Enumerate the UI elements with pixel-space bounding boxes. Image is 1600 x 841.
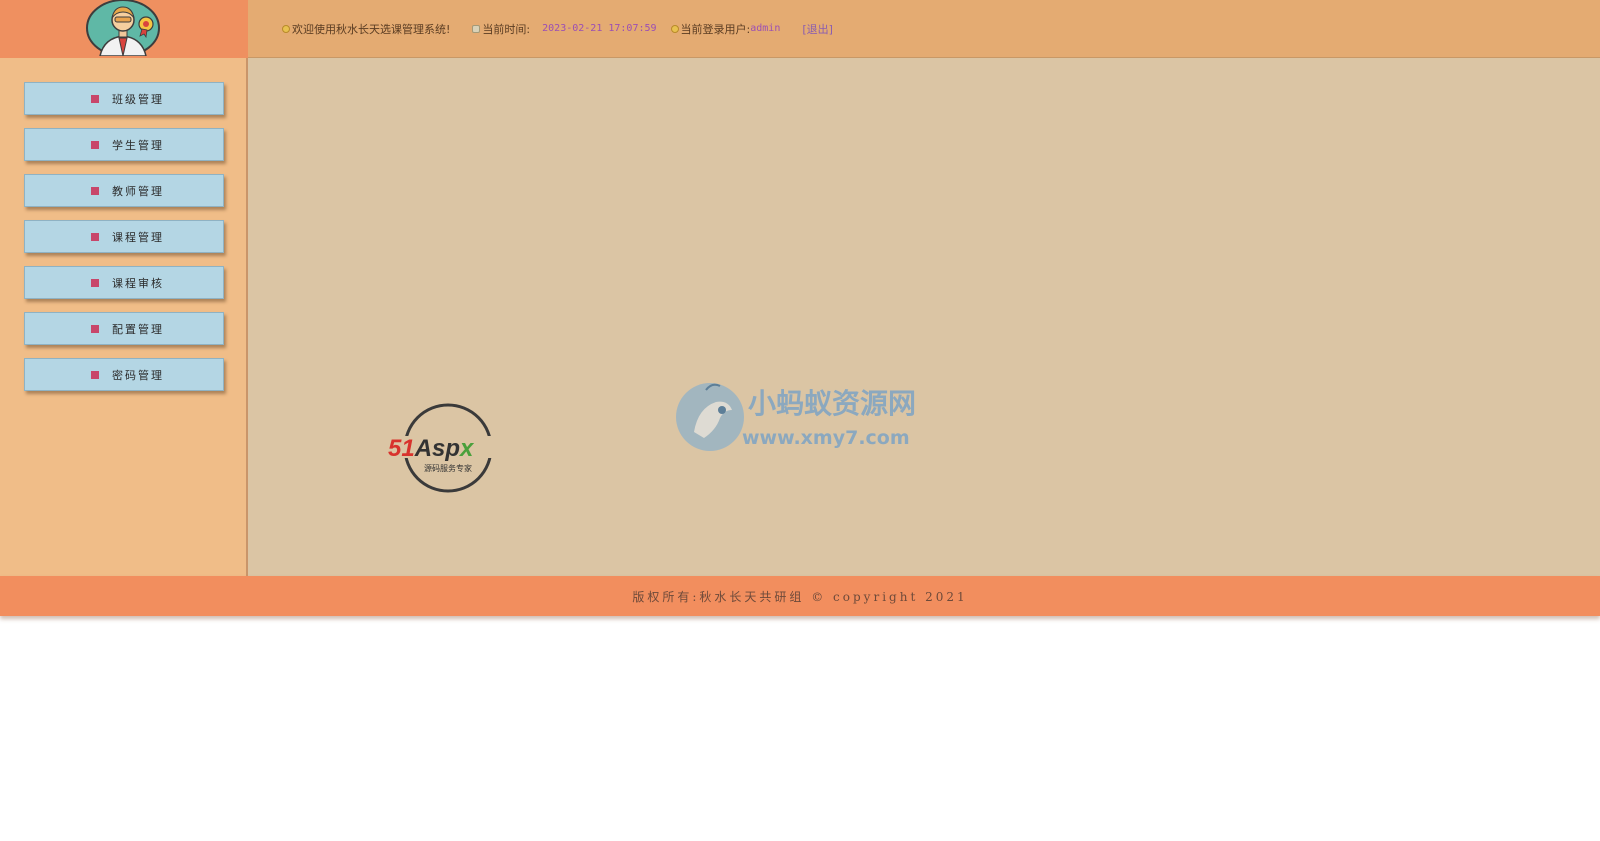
main-content: 51Aspx 源码服务专家 小蚂蚁资源网 www.xmy7.com [248,58,1600,576]
sidebar-item-config-management[interactable]: 配置管理 [24,312,224,345]
header-logo-area [0,0,248,58]
footer: 版权所有:秋水长天共研组 © copyright 2021 [0,576,1600,616]
brand-51: 51 [388,435,415,462]
bullet-icon [91,140,99,149]
sidebar-item-course-review[interactable]: 课程审核 [24,266,224,299]
header: 欢迎使用秋水长天选课管理系统! 当前时间: 2023-02-21 17:07:5… [0,0,1600,58]
avatar-icon [86,0,160,56]
watermark-url: www.xmy7.com [742,427,910,449]
smile-icon [282,24,290,33]
sidebar-item-teacher-management[interactable]: 教师管理 [24,174,224,207]
time-label: 当前时间: [482,22,531,36]
sidebar-menu: 班级管理 学生管理 教师管理 课程管理 课程审核 配置管理 密码管理 [24,82,224,404]
sidebar-item-class-management[interactable]: 班级管理 [24,82,224,115]
sidebar-item-label: 班级管理 [112,92,164,106]
bullet-icon [91,278,99,287]
bullet-icon [91,186,99,195]
clock-icon [472,24,481,33]
sidebar-item-course-management[interactable]: 课程管理 [24,220,224,253]
user-icon [670,24,679,33]
current-time: 当前时间: 2023-02-21 17:07:59 [472,21,657,37]
bullet-icon [91,370,99,379]
sidebar-item-label: 密码管理 [112,368,164,382]
welcome-text: 欢迎使用秋水长天选课管理系统! [282,21,450,37]
bullet-icon [91,232,99,241]
brand-tagline: 源码服务专家 [424,463,472,473]
brand-asp: Asp [414,435,460,462]
header-bar: 欢迎使用秋水长天选课管理系统! 当前时间: 2023-02-21 17:07:5… [248,0,1600,58]
sidebar-item-label: 教师管理 [112,184,164,198]
welcome-label: 欢迎使用秋水长天选课管理系统! [292,22,451,36]
current-user: 当前登录用户: admin [670,21,781,37]
sidebar-item-label: 课程审核 [112,276,164,290]
watermark-title: 小蚂蚁资源网 [748,387,916,420]
app-window: 欢迎使用秋水长天选课管理系统! 当前时间: 2023-02-21 17:07:5… [0,0,1600,841]
brand-x: x [458,435,475,462]
watermark-xmy7-logo: 小蚂蚁资源网 www.xmy7.com [676,383,916,451]
time-value: 2023-02-21 17:07:59 [542,23,657,34]
sidebar-item-student-management[interactable]: 学生管理 [24,128,224,161]
sidebar-item-label: 配置管理 [112,322,164,336]
bullet-icon [91,94,99,103]
copyright-text: 版权所有:秋水长天共研组 © copyright 2021 [632,589,968,604]
bullet-icon [91,324,99,333]
user-value: admin [750,23,781,34]
logout-link[interactable]: [退出] [802,21,833,37]
user-label: 当前登录用户: [680,22,751,36]
sidebar-item-label: 学生管理 [112,138,164,152]
sidebar: 班级管理 学生管理 教师管理 课程管理 课程审核 配置管理 密码管理 [0,58,248,576]
sidebar-item-label: 课程管理 [112,230,164,244]
watermark-51aspx-logo: 51Aspx 源码服务专家 [386,403,512,493]
sidebar-item-password-management[interactable]: 密码管理 [24,358,224,391]
svg-text:51Aspx: 51Aspx [388,435,475,462]
